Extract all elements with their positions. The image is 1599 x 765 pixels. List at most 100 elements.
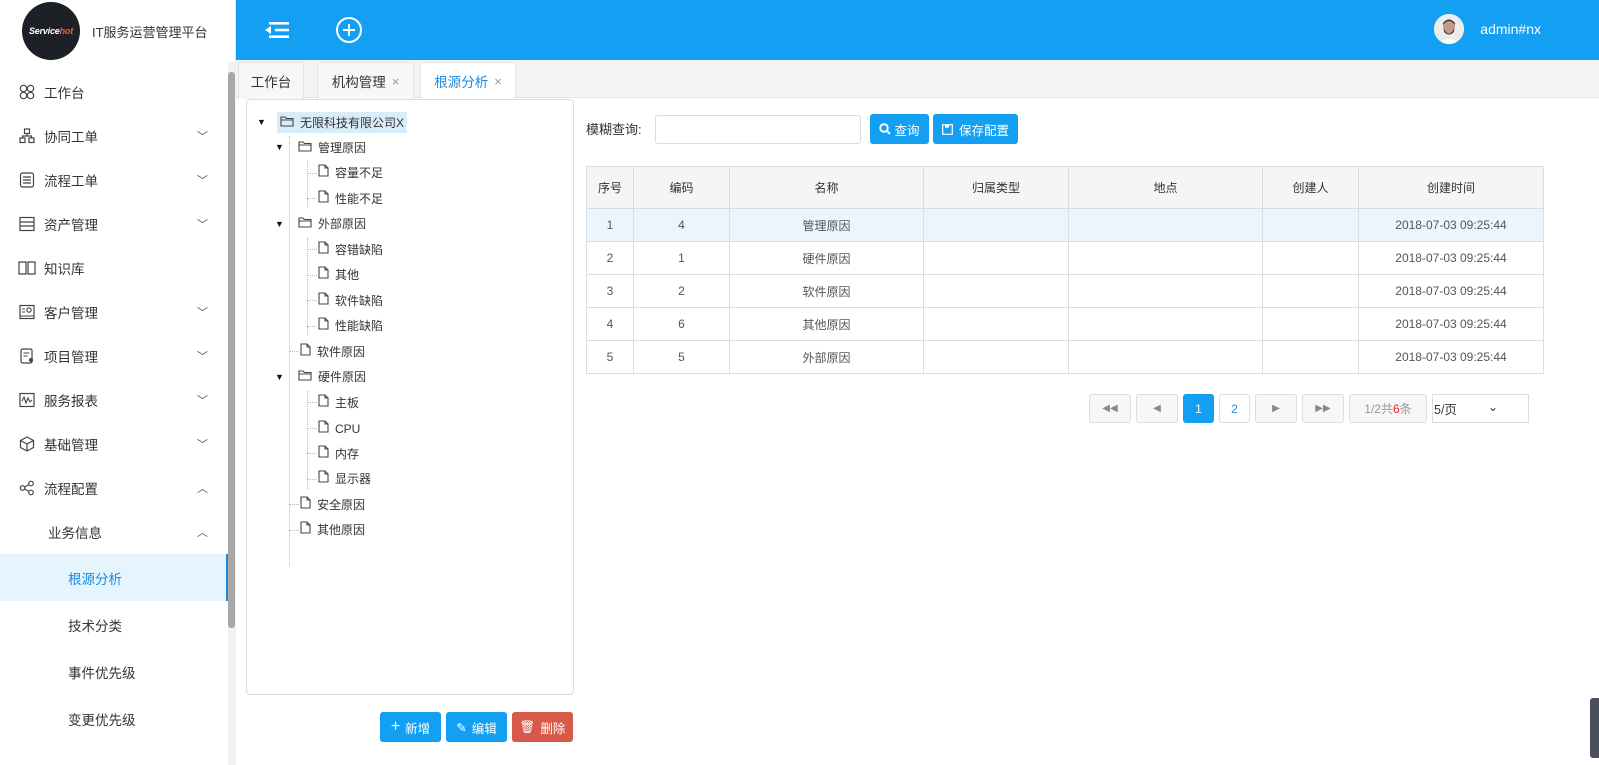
user-menu[interactable]: admin#nx (1434, 14, 1541, 44)
save-icon (942, 123, 953, 135)
page-2-button[interactable]: 2 (1219, 394, 1250, 423)
file-icon (318, 317, 329, 330)
sidebar-item[interactable]: 项目管理 ﹀ (0, 334, 228, 378)
sidebar-subitem-business-info[interactable]: 业务信息 ︿ (0, 510, 228, 554)
table-cell: 其他原因 (729, 307, 924, 341)
tree-node-label: 无限科技有限公司X (300, 115, 405, 130)
tree-node[interactable]: 内存 (315, 442, 362, 464)
table-header-row: 序号 编码 名称 归属类型 地点 创建人 创建时间 (586, 166, 1544, 209)
sidebar-item[interactable]: 知识库 (0, 246, 228, 290)
sidebar-item[interactable]: 资产管理 ﹀ (0, 202, 228, 246)
page-1-button[interactable]: 1 (1183, 394, 1214, 423)
tree-node[interactable]: 主板 (315, 391, 362, 413)
user-avatar-icon (1434, 14, 1465, 44)
brand: Service hot IT服务运营管理平台 (0, 0, 235, 62)
table-cell: 2 (586, 241, 634, 275)
search-input[interactable] (655, 115, 861, 144)
tree-node[interactable]: 安全原因 (297, 493, 368, 515)
caret-down-icon[interactable]: ▼ (275, 219, 285, 229)
tab-org-management[interactable]: 机构管理 × (317, 62, 414, 99)
tab-bar: 工作台 机构管理 × 根源分析 × (236, 60, 1599, 99)
tree-node[interactable]: ▼ 无限科技有限公司X (257, 111, 408, 133)
tree-node-label: 显示器 (335, 472, 372, 486)
tree-node[interactable]: 软件原因 (297, 340, 368, 362)
caret-down-icon[interactable]: ▼ (275, 372, 285, 382)
prev-page-icon: ◀ (1153, 403, 1161, 414)
file-icon (318, 393, 329, 407)
table-cell: 1 (633, 241, 730, 275)
last-page-button[interactable]: ▶▶ (1302, 394, 1344, 423)
column-header: 地点 (1068, 166, 1263, 209)
tab-root-cause[interactable]: 根源分析 × (420, 62, 516, 99)
server-icon (18, 215, 36, 233)
tab-workbench[interactable]: 工作台 (238, 62, 304, 99)
caret-down-icon[interactable]: ▼ (257, 117, 267, 127)
sidebar-item[interactable]: 工作台 (0, 70, 228, 114)
table-row[interactable]: 3 2 软件原因 2018-07-03 09:25:44 (586, 274, 1544, 308)
tree-node[interactable]: 其他 (315, 264, 362, 286)
tree-node[interactable]: 性能缺陷 (315, 315, 386, 337)
sidebar-scrollbar[interactable] (228, 62, 236, 765)
edit-button[interactable]: ✎ 编辑 (446, 712, 507, 742)
column-header: 创建时间 (1358, 166, 1544, 209)
save-config-button[interactable]: 保存配置 (933, 114, 1018, 144)
username: admin#nx (1480, 21, 1541, 37)
sidebar-item[interactable]: 协同工单 ﹀ (0, 114, 228, 158)
query-button[interactable]: 查询 (870, 114, 929, 144)
tree-node[interactable]: 其他原因 (297, 519, 368, 541)
close-icon[interactable]: × (494, 74, 502, 89)
collapse-menu-button[interactable] (262, 15, 292, 45)
table-row[interactable]: 4 6 其他原因 2018-07-03 09:25:44 (586, 307, 1544, 341)
sidebar-leaf-item[interactable]: 根源分析 (0, 554, 228, 601)
table-cell: 5 (586, 340, 634, 374)
add-label: 新增 (405, 721, 431, 736)
table-cell (1068, 208, 1263, 242)
add-button[interactable]: + 新增 (380, 712, 441, 742)
sidebar-item-label: 业务信息 (48, 526, 102, 541)
share-icon (18, 479, 36, 497)
sidebar-item[interactable]: 流程工单 ﹀ (0, 158, 228, 202)
sidebar-menu: 工作台协同工单 ﹀ 流程工单 ﹀ 资产管理 ﹀ 知识库 客户管理 ﹀ 项目管理 ﹀ 服务报表 ﹀ 基础管理… (0, 70, 228, 742)
tree-node[interactable]: 性能不足 (315, 187, 386, 209)
caret-down-icon[interactable]: ▼ (275, 142, 285, 152)
sidebar-leaf-item[interactable]: 技术分类 (0, 601, 228, 648)
close-icon[interactable]: × (392, 74, 400, 89)
prev-page-button[interactable]: ◀ (1136, 394, 1178, 423)
tree-node[interactable]: 显示器 (315, 468, 374, 490)
page-size-value: 5/页 (1434, 403, 1457, 417)
tree-node-label: 其他原因 (317, 523, 366, 537)
first-page-button[interactable]: ◀◀ (1089, 394, 1131, 423)
pagination: ◀◀ ◀ 1 2 ▶ ▶▶ 1/2共 6 条 5/页 ⌄ (1089, 394, 1529, 423)
sidebar-leaf-item[interactable]: 事件优先级 (0, 648, 228, 695)
delete-button[interactable]: 🗑 删除 (512, 712, 573, 742)
sidebar-leaf-item[interactable]: 变更优先级 (0, 695, 228, 742)
tree-node[interactable]: CPU (315, 417, 363, 439)
sidebar-item[interactable]: 客户管理 ﹀ (0, 290, 228, 334)
table-row[interactable]: 1 4 管理原因 2018-07-03 09:25:44 (586, 208, 1544, 242)
sidebar-item[interactable]: 流程配置 ︿ (0, 466, 228, 510)
add-tab-button[interactable] (334, 15, 364, 45)
page-size-select[interactable]: 5/页 ⌄ (1432, 394, 1529, 423)
sidebar-item[interactable]: 基础管理 ﹀ (0, 422, 228, 466)
tree-node-label: 其他 (335, 268, 360, 282)
next-page-icon: ▶ (1272, 403, 1280, 414)
table-row[interactable]: 5 5 外部原因 2018-07-03 09:25:44 (586, 340, 1544, 374)
query-label: 查询 (894, 123, 920, 138)
sidebar-item-label: 工作台 (44, 86, 85, 101)
tree-node-label: 容错缺陷 (335, 242, 384, 257)
page-info: 1/2共 6 条 (1349, 394, 1427, 423)
tree-node[interactable]: 容量不足 (315, 162, 386, 184)
sidebar-item-label: 技术分类 (68, 618, 122, 634)
table-row[interactable]: 2 1 硬件原因 2018-07-03 09:25:44 (586, 241, 1544, 275)
table-cell: 4 (633, 208, 730, 242)
app-title: IT服务运营管理平台 (92, 24, 208, 40)
sidebar-item-label: 流程工单 (44, 174, 98, 189)
tree-node[interactable]: 软件缺陷 (315, 289, 386, 311)
next-page-button[interactable]: ▶ (1255, 394, 1297, 423)
menu-fold-icon (265, 22, 289, 38)
dashboard-icon (18, 83, 36, 101)
tree-node[interactable]: 容错缺陷 (315, 238, 386, 260)
file-icon (318, 291, 329, 305)
scrollbar-thumb[interactable] (228, 72, 235, 628)
sidebar-item[interactable]: 服务报表 ﹀ (0, 378, 228, 422)
